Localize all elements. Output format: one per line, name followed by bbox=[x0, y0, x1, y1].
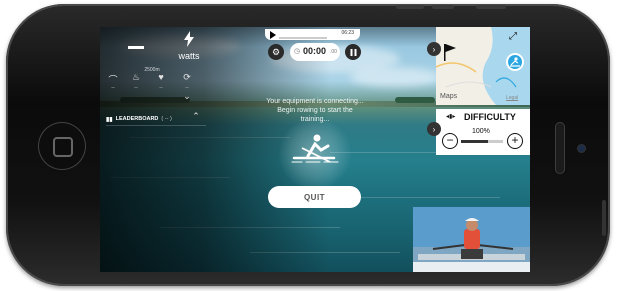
difficulty-level-fill bbox=[461, 140, 489, 143]
play-icon bbox=[270, 31, 276, 39]
refresh-icon: ⟳ bbox=[183, 72, 191, 82]
volume-button bbox=[432, 5, 454, 9]
primary-stat-value bbox=[128, 46, 144, 49]
pause-icon bbox=[350, 48, 356, 56]
chevron-down-icon[interactable]: ⌄ bbox=[177, 91, 197, 102]
pause-button[interactable] bbox=[345, 44, 361, 60]
heart-icon: ♥ bbox=[158, 72, 164, 82]
earpiece-speaker bbox=[555, 122, 565, 174]
clock-icon: ◷ bbox=[294, 48, 301, 55]
difficulty-collapse-button[interactable]: › bbox=[427, 122, 441, 136]
flag-icon bbox=[442, 43, 458, 61]
difficulty-increase-button[interactable]: + bbox=[507, 133, 523, 149]
quit-button[interactable]: QUIT bbox=[268, 186, 361, 208]
home-button[interactable] bbox=[38, 122, 86, 170]
user-position-marker bbox=[506, 53, 524, 71]
leaderboard-suffix: ( -- ) bbox=[161, 116, 172, 122]
phone-frame: watts 2500m ⌒ ♨ ♥ ⟳ – – – – ⌄ ▮▮ LEADERB… bbox=[6, 4, 610, 286]
chevron-right-icon: › bbox=[432, 124, 436, 134]
app-screen: watts 2500m ⌒ ♨ ♥ ⟳ – – – – ⌄ ▮▮ LEADERB… bbox=[100, 27, 530, 272]
power-button bbox=[476, 5, 506, 9]
side-button bbox=[602, 200, 606, 236]
front-camera bbox=[578, 145, 585, 152]
power-stat: watts bbox=[174, 31, 204, 61]
watts-label: watts bbox=[178, 51, 200, 61]
settings-button[interactable]: ⚙ bbox=[268, 44, 284, 60]
difficulty-title: DIFFICULTY bbox=[464, 112, 516, 122]
session-timer: ◷ 00:00 .00 bbox=[290, 43, 340, 61]
bar-chart-icon: ▮▮ bbox=[106, 116, 113, 123]
difficulty-icon: ◂▮▸ bbox=[446, 114, 456, 120]
island bbox=[395, 97, 435, 103]
timer-value: 00:00 bbox=[303, 46, 327, 56]
difficulty-panel: ◂▮▸ DIFFICULTY 100% − + bbox=[436, 109, 530, 155]
route-time: 06:23 bbox=[341, 30, 354, 36]
lightning-bolt-icon bbox=[184, 31, 194, 47]
rower-marker-icon bbox=[510, 57, 520, 67]
volume-button bbox=[396, 5, 424, 9]
gear-icon: ⚙ bbox=[271, 46, 281, 57]
difficulty-value: 100% bbox=[472, 128, 490, 135]
rowing-boat-icon bbox=[291, 134, 339, 163]
legal-link[interactable]: Legal bbox=[506, 95, 518, 101]
rower-video-frame bbox=[413, 207, 530, 272]
difficulty-slider[interactable] bbox=[461, 140, 503, 143]
calories-icon: ♨ bbox=[131, 72, 141, 82]
chevron-up-icon[interactable]: ⌃ bbox=[186, 111, 206, 122]
route-map[interactable]: ⤢ Maps Legal bbox=[436, 27, 530, 105]
chevron-right-icon: › bbox=[432, 44, 436, 54]
route-progress-bar: 06:23 bbox=[265, 29, 360, 40]
leaderboard-label: LEADERBOARD bbox=[115, 116, 159, 122]
camera-preview bbox=[413, 207, 530, 272]
maps-attribution: Maps bbox=[440, 93, 458, 100]
divider bbox=[106, 125, 206, 126]
map-collapse-button[interactable]: › bbox=[427, 42, 441, 56]
difficulty-decrease-button[interactable]: − bbox=[442, 133, 458, 149]
timer-fraction: .00 bbox=[330, 49, 337, 55]
expand-icon[interactable]: ⤢ bbox=[506, 31, 520, 45]
